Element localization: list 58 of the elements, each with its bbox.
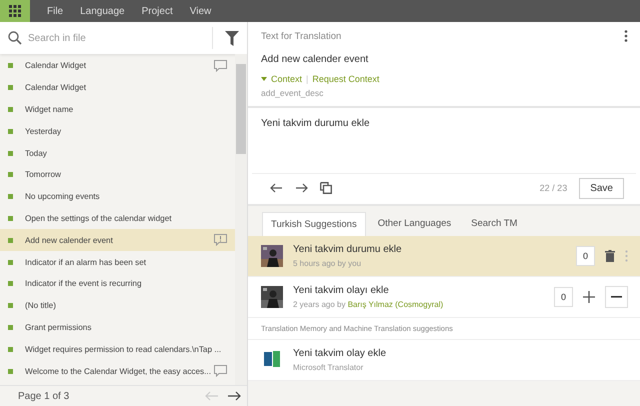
string-item[interactable]: Indicator if the event is recurring <box>0 272 235 295</box>
character-counter: 22 / 23 <box>540 183 568 193</box>
suggestion-text: Yeni takvim olay ekle <box>293 348 388 359</box>
search-icon <box>8 31 22 45</box>
grid-icon <box>9 5 21 17</box>
string-item[interactable]: Add new calender event <box>0 229 235 252</box>
context-key: add_event_desc <box>261 88 628 98</box>
suggestion-source: Microsoft Translator <box>293 363 364 372</box>
string-item[interactable]: Open the settings of the calendar widget <box>0 208 235 230</box>
separator: | <box>306 74 308 84</box>
string-item[interactable]: (No title) <box>0 294 235 317</box>
suggestion-meta: 2 years ago by Barış Yılmaz (Cosmogyral) <box>293 300 444 309</box>
next-page-icon[interactable] <box>227 391 241 401</box>
section-heading: Text for Translation <box>261 30 342 42</box>
vote-count: 0 <box>554 287 573 307</box>
tab[interactable]: Other Languages <box>370 212 460 236</box>
minus-icon <box>611 296 622 298</box>
tab[interactable]: Search TM <box>463 212 526 236</box>
back-arrow-icon[interactable] <box>270 183 283 193</box>
apps-button[interactable] <box>0 0 30 22</box>
string-item[interactable]: Calendar Widget <box>0 76 235 99</box>
comment-icon <box>214 365 227 378</box>
caret-icon <box>261 77 267 81</box>
page-label: Page 1 of 3 <box>18 390 70 402</box>
string-item[interactable]: Today <box>0 142 235 164</box>
menu-item[interactable]: Language <box>80 6 125 16</box>
string-item[interactable]: Widget name <box>0 98 235 120</box>
string-item[interactable]: Indicator if an alarm has been set <box>0 251 235 273</box>
string-item[interactable]: Calendar Widget <box>0 55 235 77</box>
copy-icon[interactable] <box>320 182 332 194</box>
menu-item[interactable]: File <box>47 6 64 16</box>
suggestion-text: Yeni takvim durumu ekle <box>293 244 403 255</box>
string-item[interactable]: Welcome to the Calendar Widget, the easy acces... <box>0 360 235 382</box>
string-item[interactable]: Widget requires permission to read calendars.\nTap ... <box>0 338 235 360</box>
string-item[interactable]: No upcoming events <box>0 186 235 208</box>
suggestion-meta: 5 hours ago by you <box>293 259 362 268</box>
translation-input[interactable]: Yeni takvim durumu ekle <box>248 108 640 139</box>
vote-count: 0 <box>576 246 595 266</box>
tab[interactable]: Turkish Suggestions <box>262 212 366 236</box>
string-item[interactable]: Tomorrow <box>0 164 235 186</box>
scrollbar[interactable] <box>235 54 247 385</box>
filter-icon[interactable] <box>225 30 239 46</box>
plus-icon[interactable] <box>583 291 595 303</box>
suggestion-text: Yeni takvim olayı ekle <box>293 285 390 296</box>
comment-icon <box>214 60 227 72</box>
save-button[interactable]: Save <box>579 178 624 198</box>
forward-arrow-icon[interactable] <box>295 183 308 193</box>
downvote-button[interactable] <box>605 286 628 308</box>
source-text: Add new calender event <box>261 54 370 65</box>
search-bar[interactable]: Search in file <box>0 22 247 54</box>
search-input[interactable]: Search in file <box>28 28 206 48</box>
menu-item[interactable]: Project <box>142 6 173 16</box>
issue-comment-icon <box>214 234 227 246</box>
string-item[interactable]: Grant permissions <box>0 316 235 338</box>
menu-item[interactable]: View <box>190 6 212 16</box>
delete-icon[interactable] <box>605 250 615 262</box>
more-icon[interactable] <box>624 30 628 42</box>
string-item[interactable]: Yesterday <box>0 120 235 142</box>
